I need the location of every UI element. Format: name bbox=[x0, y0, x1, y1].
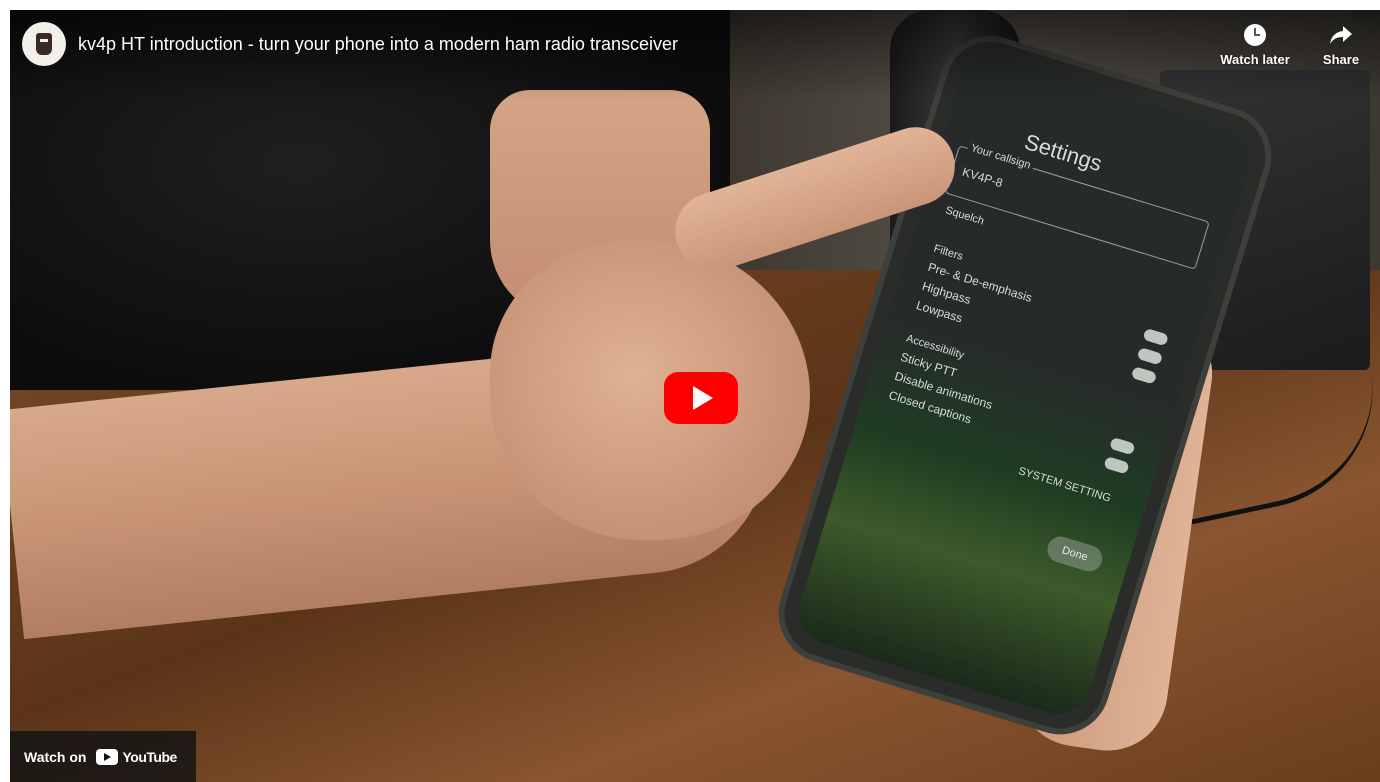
play-button[interactable] bbox=[664, 372, 738, 424]
phone-toggle bbox=[1142, 327, 1169, 347]
watch-later-button[interactable]: Watch later bbox=[1210, 24, 1300, 88]
play-icon bbox=[693, 386, 713, 410]
share-arrow-icon bbox=[1330, 26, 1352, 44]
video-player[interactable]: Settings Your callsign KV4P-8 Squelch Fi… bbox=[10, 10, 1380, 782]
phone-done-button: Done bbox=[1044, 533, 1106, 575]
phone-system-setting-label: SYSTEM SETTING bbox=[1016, 465, 1113, 505]
clock-icon bbox=[1244, 24, 1266, 46]
phone-filters-label: Filters bbox=[932, 242, 965, 263]
phone-squelch-label: Squelch bbox=[943, 204, 986, 228]
watch-on-label: Watch on bbox=[24, 748, 87, 765]
phone-toggle bbox=[1103, 456, 1130, 475]
youtube-wordmark: YouTube bbox=[122, 748, 177, 765]
phone-callsign-value: KV4P-8 bbox=[960, 164, 1005, 191]
share-button[interactable]: Share bbox=[1296, 24, 1380, 88]
share-label: Share bbox=[1322, 52, 1360, 67]
watch-later-label: Watch later bbox=[1220, 52, 1290, 67]
channel-avatar[interactable] bbox=[22, 22, 66, 66]
youtube-play-icon bbox=[96, 748, 119, 765]
watch-on-youtube-button[interactable]: Watch on YouTube bbox=[10, 731, 196, 782]
top-gradient bbox=[10, 10, 1380, 100]
video-title-link[interactable]: kv4p HT introduction - turn your phone i… bbox=[78, 34, 678, 55]
phone-toggle bbox=[1130, 366, 1158, 385]
channel-logo-icon bbox=[36, 33, 52, 55]
phone-toggle bbox=[1136, 347, 1164, 366]
phone-toggle bbox=[1109, 436, 1136, 456]
